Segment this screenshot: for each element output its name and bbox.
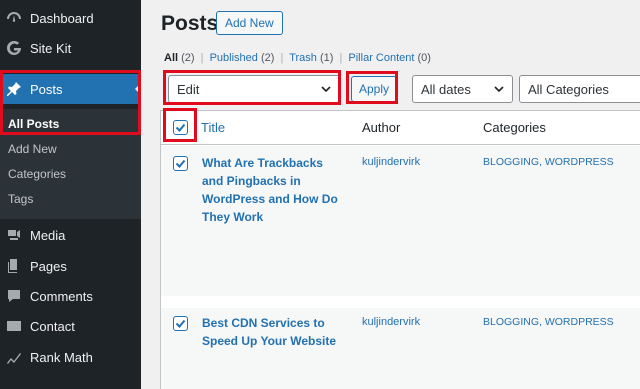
- filter-published[interactable]: Published: [210, 52, 258, 64]
- filter-separator: |: [280, 52, 284, 64]
- filter-pillar-count: (0): [417, 52, 431, 64]
- submenu-tags[interactable]: Tags: [8, 192, 33, 206]
- table-row: Best CDN Services to Speed Up Your Websi…: [161, 308, 640, 389]
- submenu-all-posts[interactable]: All Posts: [8, 117, 59, 131]
- sidebar-item-label: Posts: [30, 81, 63, 97]
- post-author-link[interactable]: kuljindervirk: [362, 156, 420, 168]
- category-filter-select[interactable]: All Categories: [519, 75, 640, 103]
- column-author: Author: [362, 120, 401, 135]
- date-filter-select[interactable]: All dates: [412, 75, 513, 103]
- filter-separator: |: [200, 52, 204, 64]
- post-categories-link[interactable]: BLOGGING, WORDPRESS: [483, 316, 614, 328]
- table-row: What Are Trackbacks and Pingbacks in Wor…: [161, 146, 640, 296]
- sidebar-item-media[interactable]: Media: [0, 220, 141, 250]
- table-header: Title Author Categories: [161, 111, 640, 145]
- sidebar-item-dashboard[interactable]: Dashboard: [0, 3, 141, 33]
- sidebar-item-label: Rank Math: [30, 349, 93, 365]
- post-title-line: Best CDN Services to: [202, 316, 325, 330]
- pin-icon: [6, 81, 22, 97]
- checkmark-icon: [175, 159, 186, 168]
- post-title-link[interactable]: Best CDN Services to Speed Up Your Websi…: [202, 314, 336, 350]
- post-title-line: Speed Up Your Website: [202, 334, 337, 348]
- select-all-checkbox[interactable]: [173, 120, 188, 135]
- column-title[interactable]: Title: [201, 120, 225, 135]
- sidebar-item-posts[interactable]: Posts: [0, 74, 141, 104]
- chevron-down-icon: [321, 86, 331, 93]
- media-icon: [6, 227, 22, 243]
- row-checkbox[interactable]: [173, 316, 188, 331]
- sitekit-icon: [6, 40, 22, 56]
- apply-button[interactable]: Apply: [351, 76, 398, 102]
- mail-icon: [6, 318, 22, 334]
- post-title-line: and Pingbacks in: [202, 174, 301, 188]
- row-checkbox[interactable]: [173, 156, 188, 171]
- sidebar-item-label: Comments: [30, 288, 93, 304]
- checkmark-icon: [175, 319, 186, 328]
- add-new-button[interactable]: Add New: [216, 11, 283, 35]
- sidebar-item-site-kit[interactable]: Site Kit: [0, 33, 141, 63]
- filter-all[interactable]: All: [164, 52, 178, 64]
- date-filter-value: All dates: [421, 81, 471, 97]
- chart-icon: [6, 349, 22, 365]
- page-title: Posts: [161, 12, 219, 35]
- filter-pillar-content[interactable]: Pillar Content: [348, 52, 414, 64]
- sidebar-item-pages[interactable]: Pages: [0, 251, 141, 281]
- sidebar-item-label: Pages: [30, 258, 67, 274]
- post-author-link[interactable]: kuljindervirk: [362, 316, 420, 328]
- column-categories: Categories: [483, 120, 546, 135]
- post-title-link[interactable]: What Are Trackbacks and Pingbacks in Wor…: [202, 154, 338, 226]
- post-title-line: What Are Trackbacks: [202, 156, 323, 170]
- sidebar-item-comments[interactable]: Comments: [0, 281, 141, 311]
- posts-table: Title Author Categories What Are Trackba…: [160, 110, 640, 389]
- sidebar-item-label: Media: [30, 227, 66, 243]
- bulk-action-select[interactable]: Edit: [168, 75, 340, 103]
- filter-separator: |: [339, 52, 343, 64]
- submenu-add-new[interactable]: Add New: [8, 142, 57, 156]
- submenu-categories[interactable]: Categories: [8, 167, 66, 181]
- dashboard-icon: [6, 10, 22, 26]
- filter-trash[interactable]: Trash: [289, 52, 317, 64]
- sidebar-item-label: Contact: [30, 318, 75, 334]
- chevron-down-icon: [494, 86, 504, 93]
- sidebar-item-contact[interactable]: Contact: [0, 311, 141, 341]
- filter-trash-count: (1): [319, 52, 334, 64]
- checkmark-icon: [175, 123, 186, 132]
- admin-sidebar: Dashboard Site Kit Posts All Posts Add N…: [0, 0, 141, 389]
- sidebar-item-label: Site Kit: [30, 40, 72, 56]
- posts-submenu: All Posts Add New Categories Tags: [0, 109, 141, 219]
- status-filters: All (2) | Published (2) | Trash (1) | Pi…: [164, 52, 431, 64]
- pages-icon: [6, 258, 22, 274]
- bulk-action-value: Edit: [177, 81, 200, 97]
- category-filter-value: All Categories: [528, 81, 609, 97]
- sidebar-item-label: Dashboard: [30, 10, 94, 26]
- post-categories-link[interactable]: BLOGGING, WORDPRESS: [483, 156, 614, 168]
- filter-published-count: (2): [260, 52, 275, 64]
- post-title-line: WordPress and How Do: [202, 192, 338, 206]
- main-content: Posts Add New All (2) | Published (2) | …: [141, 0, 640, 389]
- comments-icon: [6, 288, 22, 304]
- filter-all-count: (2): [181, 52, 195, 64]
- post-title-line: They Work: [202, 210, 264, 224]
- sidebar-item-rank-math[interactable]: Rank Math: [0, 342, 141, 372]
